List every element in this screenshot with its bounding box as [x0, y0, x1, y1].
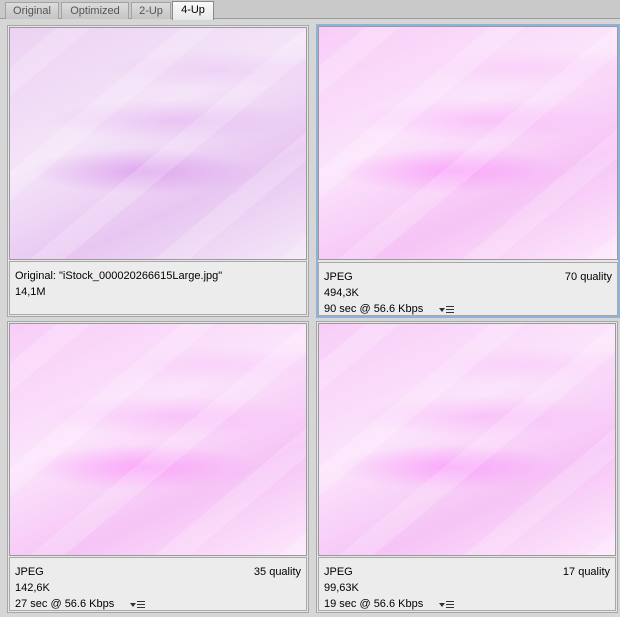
download-speed-menu-icon[interactable] [439, 598, 457, 611]
download-speed-menu-icon[interactable] [130, 598, 148, 611]
download-time: 90 sec @ 56.6 Kbps [324, 303, 424, 315]
panel-info: JPEG 35 quality 142,6K 27 sec @ 56.6 Kbp… [9, 557, 307, 611]
preview-panel-jpeg-70[interactable]: JPEG 70 quality 494,3K 90 sec @ 56.6 Kbp… [316, 24, 620, 318]
panel-info: JPEG 70 quality 494,3K 90 sec @ 56.6 Kbp… [318, 262, 618, 316]
optimized-image-preview[interactable] [318, 26, 618, 260]
tab-2-up[interactable]: 2-Up [131, 2, 171, 19]
tab-optimized[interactable]: Optimized [61, 2, 129, 19]
original-file-size: 14,1M [15, 286, 46, 298]
quality-label: 17 quality [562, 566, 610, 578]
quality-label: 35 quality [253, 566, 301, 578]
format-label: JPEG [324, 271, 353, 283]
panel-info: JPEG 17 quality 99,63K 19 sec @ 56.6 Kbp… [318, 557, 616, 611]
view-tab-bar: Original Optimized 2-Up 4-Up [0, 0, 620, 20]
tab-original[interactable]: Original [5, 2, 59, 19]
preview-panel-jpeg-35[interactable]: JPEG 35 quality 142,6K 27 sec @ 56.6 Kbp… [7, 321, 309, 613]
preview-panel-jpeg-17[interactable]: JPEG 17 quality 99,63K 19 sec @ 56.6 Kbp… [316, 321, 618, 613]
format-label: JPEG [324, 566, 353, 578]
optimized-image-preview[interactable] [9, 323, 307, 556]
optimized-image-preview[interactable] [318, 323, 616, 556]
original-image-preview[interactable] [9, 27, 307, 260]
file-size: 142,6K [15, 582, 50, 594]
format-label: JPEG [15, 566, 44, 578]
original-filename: Original: "iStock_000020266615Large.jpg" [15, 270, 223, 282]
quality-label: 70 quality [564, 271, 612, 283]
tab-4-up[interactable]: 4-Up [172, 1, 214, 20]
download-time: 27 sec @ 56.6 Kbps [15, 598, 115, 610]
file-size: 99,63K [324, 582, 359, 594]
download-time: 19 sec @ 56.6 Kbps [324, 598, 424, 610]
panel-info: Original: "iStock_000020266615Large.jpg"… [9, 261, 307, 315]
download-speed-menu-icon[interactable] [439, 303, 457, 316]
preview-panel-original[interactable]: Original: "iStock_000020266615Large.jpg"… [7, 25, 309, 317]
file-size: 494,3K [324, 287, 359, 299]
